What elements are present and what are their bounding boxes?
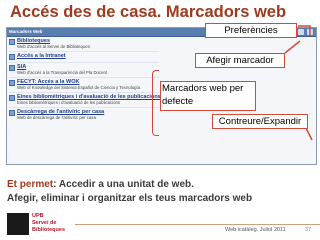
page-number: 37 [305,227,312,233]
bookmark-item[interactable]: Biblioteques Web d'accés al Servei de Bi… [9,38,159,52]
logo-line-3: Biblioteques [32,227,66,233]
callout-marcadors-per-defecte: Marcadors web per defecte [160,81,256,111]
description-line-1: Et permet: Accedir a una unitat de web. [7,178,194,191]
bookmark-subtitle: Eines bibliomètriques i d'avaluació de l… [17,100,121,105]
bookmark-icon [9,39,15,45]
divider [9,62,159,63]
description-line-2: Afegir, eliminar i organitzar els teus m… [7,193,253,204]
logo-line-1: UPB [32,213,44,219]
divider [9,77,159,78]
logo-line-2: Servei de [32,220,57,226]
logo-text: UPB Servei de Biblioteques [32,213,65,234]
footer-text: Web icatàleg. Juliol 2011 [225,227,286,233]
bookmark-item[interactable]: Eines bibliomètriques i d'avaluació de l… [9,94,161,108]
bookmark-item[interactable]: Descàrrega de l'antivíric per casa Web d… [9,109,159,123]
bookmark-title[interactable]: Accés a la Intranet [17,53,66,60]
divider [9,51,159,52]
callout-contreure-expandir: Contreure/Expandir [212,114,308,129]
bookmark-item[interactable]: FECYT: Accés a la WOK Web of Knowledge d… [9,79,159,93]
bookmark-item[interactable]: SIA Web d'accés a la Transparència del P… [9,64,159,78]
logo-mark [7,213,29,235]
et-permet-label: Et permet [7,179,54,190]
bookmarks-bracket [152,70,159,136]
bookmark-icon [9,65,15,71]
description-line-1-rest: : Accedir a una unitat de web. [53,179,194,190]
footer-rule [75,224,320,225]
widget-header-label: Marcadors Web [9,29,43,34]
bookmark-icon [9,110,15,116]
callout-afegir-marcador: Afegir marcador [195,53,285,68]
divider [9,107,159,108]
bookmark-subtitle: Web of Knowledge del Sistema Español de … [17,85,141,90]
upb-logo: UPB Servei de Biblioteques [7,213,69,235]
bookmark-icon [9,95,15,101]
bookmark-subtitle: Web de descàrrega de l'antivíric per cas… [17,115,96,120]
bookmark-subtitle: Web d'accés a la Transparència del Pla D… [17,70,108,75]
divider [9,92,159,93]
bookmark-subtitle: Web d'accés al Servei de Biblioteques [17,44,90,49]
slide-title: Accés des de casa. Marcadors web [10,3,287,21]
bookmark-icon [9,54,15,60]
bookmark-icon [9,80,15,86]
callout-preferencies: Preferències [205,23,297,38]
